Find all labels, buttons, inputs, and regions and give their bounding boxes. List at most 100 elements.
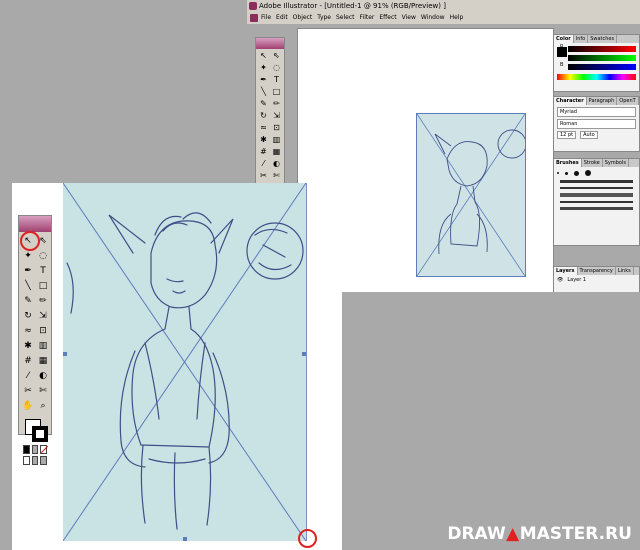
blue-slider[interactable]: B <box>560 62 636 70</box>
menu-file[interactable]: File <box>261 12 271 24</box>
red-slider[interactable]: R <box>560 44 636 52</box>
graph-tool-large-icon[interactable]: ▥ <box>37 340 49 352</box>
placed-sketch-small[interactable] <box>416 113 526 277</box>
stroke-swatch-icon[interactable] <box>32 426 48 442</box>
tab-info[interactable]: Info <box>574 35 589 43</box>
menu-effect[interactable]: Effect <box>379 12 396 24</box>
tab-transparency[interactable]: Transparency <box>578 267 616 275</box>
brush-dot-2[interactable] <box>565 171 568 175</box>
menu-edit[interactable]: Edit <box>276 12 288 24</box>
tab-swatches[interactable]: Swatches <box>588 35 618 43</box>
pencil-icon[interactable]: ✏ <box>271 99 282 109</box>
tab-paragraph[interactable]: Paragraph <box>587 97 618 105</box>
full-screen-icon[interactable] <box>40 456 48 465</box>
brush-stroke-1[interactable] <box>560 180 633 183</box>
brush-dot-3[interactable] <box>574 170 579 176</box>
fill-stroke-selector[interactable] <box>23 419 48 443</box>
eyedropper-icon[interactable]: ⁄ <box>258 159 269 169</box>
blend-tool-large-icon[interactable]: ◐ <box>37 370 49 382</box>
selection-tool-highlight <box>20 231 40 251</box>
type-tool-large-icon[interactable]: T <box>37 265 49 277</box>
direct-selection-tool-icon[interactable]: ⇖ <box>271 51 282 61</box>
brush-stroke-5[interactable] <box>560 207 633 210</box>
tab-links[interactable]: Links <box>616 267 634 275</box>
font-size-field[interactable]: 12 pt <box>557 131 577 139</box>
menu-view[interactable]: View <box>402 12 416 24</box>
selection-tool-icon[interactable]: ↖ <box>258 51 269 61</box>
menu-type[interactable]: Type <box>317 12 331 24</box>
magic-wand-icon[interactable]: ✦ <box>258 63 269 73</box>
menu-object[interactable]: Object <box>293 12 313 24</box>
brush-dot-1[interactable] <box>557 172 559 174</box>
gradient-tool-large-icon[interactable]: ▦ <box>37 355 49 367</box>
type-tool-icon[interactable]: T <box>271 75 282 85</box>
none-mode-icon[interactable] <box>40 445 48 454</box>
menu-help[interactable]: Help <box>450 12 464 24</box>
scissors-large-icon[interactable]: ✄ <box>37 385 49 397</box>
slice-tool-icon[interactable]: ✂ <box>258 171 269 181</box>
brush-stroke-2[interactable] <box>560 187 633 189</box>
tab-character[interactable]: Character <box>554 97 587 105</box>
line-tool-icon[interactable]: ╲ <box>258 87 269 97</box>
scissors-icon[interactable]: ✄ <box>271 171 282 181</box>
scale-tool-icon[interactable]: ⇲ <box>271 111 282 121</box>
brushes-panel: Brushes Stroke Symbols <box>553 158 640 246</box>
eye-icon[interactable]: 👁 <box>557 277 563 283</box>
tab-opentype[interactable]: OpenT <box>617 97 639 105</box>
blend-tool-icon[interactable]: ◐ <box>271 159 282 169</box>
line-tool-large-icon[interactable]: ╲ <box>22 280 34 292</box>
warp-tool-large-icon[interactable]: ≈ <box>22 325 34 337</box>
font-family-field[interactable]: Myriad <box>557 107 636 117</box>
gradient-mode-icon[interactable] <box>31 445 39 454</box>
zoom-tool-large-icon[interactable]: ⌕ <box>37 400 49 412</box>
font-style-field[interactable]: Roman <box>557 119 636 129</box>
symbol-sprayer-large-icon[interactable]: ✱ <box>22 340 34 352</box>
warp-tool-icon[interactable]: ≈ <box>258 123 269 133</box>
free-transform-large-icon[interactable]: ⊡ <box>37 325 49 337</box>
rectangle-tool-icon[interactable]: □ <box>271 87 282 97</box>
tab-brushes[interactable]: Brushes <box>554 159 582 167</box>
gradient-tool-icon[interactable]: ▦ <box>271 147 282 157</box>
eyedropper-large-icon[interactable]: ⁄ <box>22 370 34 382</box>
color-spectrum-ramp[interactable] <box>557 74 636 80</box>
placed-sketch-large[interactable] <box>63 183 307 541</box>
paintbrush-large-icon[interactable]: ✎ <box>22 295 34 307</box>
mesh-tool-icon[interactable]: # <box>258 147 269 157</box>
document-icon[interactable] <box>250 14 258 22</box>
rotate-tool-large-icon[interactable]: ↻ <box>22 310 34 322</box>
menu-select[interactable]: Select <box>336 12 355 24</box>
scale-tool-large-icon[interactable]: ⇲ <box>37 310 49 322</box>
parrot-icon: ▲ <box>506 524 520 544</box>
free-transform-icon[interactable]: ⊡ <box>271 123 282 133</box>
full-screen-menu-icon[interactable] <box>31 456 39 465</box>
pen-tool-icon[interactable]: ✒ <box>258 75 269 85</box>
pen-tool-large-icon[interactable]: ✒ <box>22 265 34 277</box>
leading-field[interactable]: Auto <box>580 131 598 139</box>
magic-wand-large-icon[interactable]: ✦ <box>22 250 34 262</box>
slice-tool-large-icon[interactable]: ✂ <box>22 385 34 397</box>
mesh-tool-large-icon[interactable]: # <box>22 355 34 367</box>
tab-stroke[interactable]: Stroke <box>582 159 603 167</box>
layer-name: Layer 1 <box>567 277 587 283</box>
rectangle-tool-large-icon[interactable]: □ <box>37 280 49 292</box>
rotate-tool-icon[interactable]: ↻ <box>258 111 269 121</box>
paintbrush-icon[interactable]: ✎ <box>258 99 269 109</box>
symbol-sprayer-icon[interactable]: ✱ <box>258 135 269 145</box>
brush-stroke-3[interactable] <box>560 193 633 197</box>
color-mode-icon[interactable] <box>23 445 30 454</box>
tab-symbols[interactable]: Symbols <box>603 159 629 167</box>
tab-color[interactable]: Color <box>554 35 574 43</box>
green-slider[interactable]: G <box>560 53 636 61</box>
menu-filter[interactable]: Filter <box>360 12 375 24</box>
brush-stroke-4[interactable] <box>560 201 633 203</box>
standard-screen-icon[interactable] <box>23 456 30 465</box>
tab-layers[interactable]: Layers <box>554 267 578 275</box>
graph-tool-icon[interactable]: ▥ <box>271 135 282 145</box>
hand-tool-large-icon[interactable]: ✋ <box>22 400 34 412</box>
pencil-large-icon[interactable]: ✏ <box>37 295 49 307</box>
lasso-large-icon[interactable]: ◌ <box>37 250 49 262</box>
lasso-icon[interactable]: ◌ <box>271 63 282 73</box>
brush-dot-4[interactable] <box>585 170 591 176</box>
layer-row[interactable]: 👁 Layer 1 <box>554 275 639 285</box>
menu-window[interactable]: Window <box>421 12 445 24</box>
